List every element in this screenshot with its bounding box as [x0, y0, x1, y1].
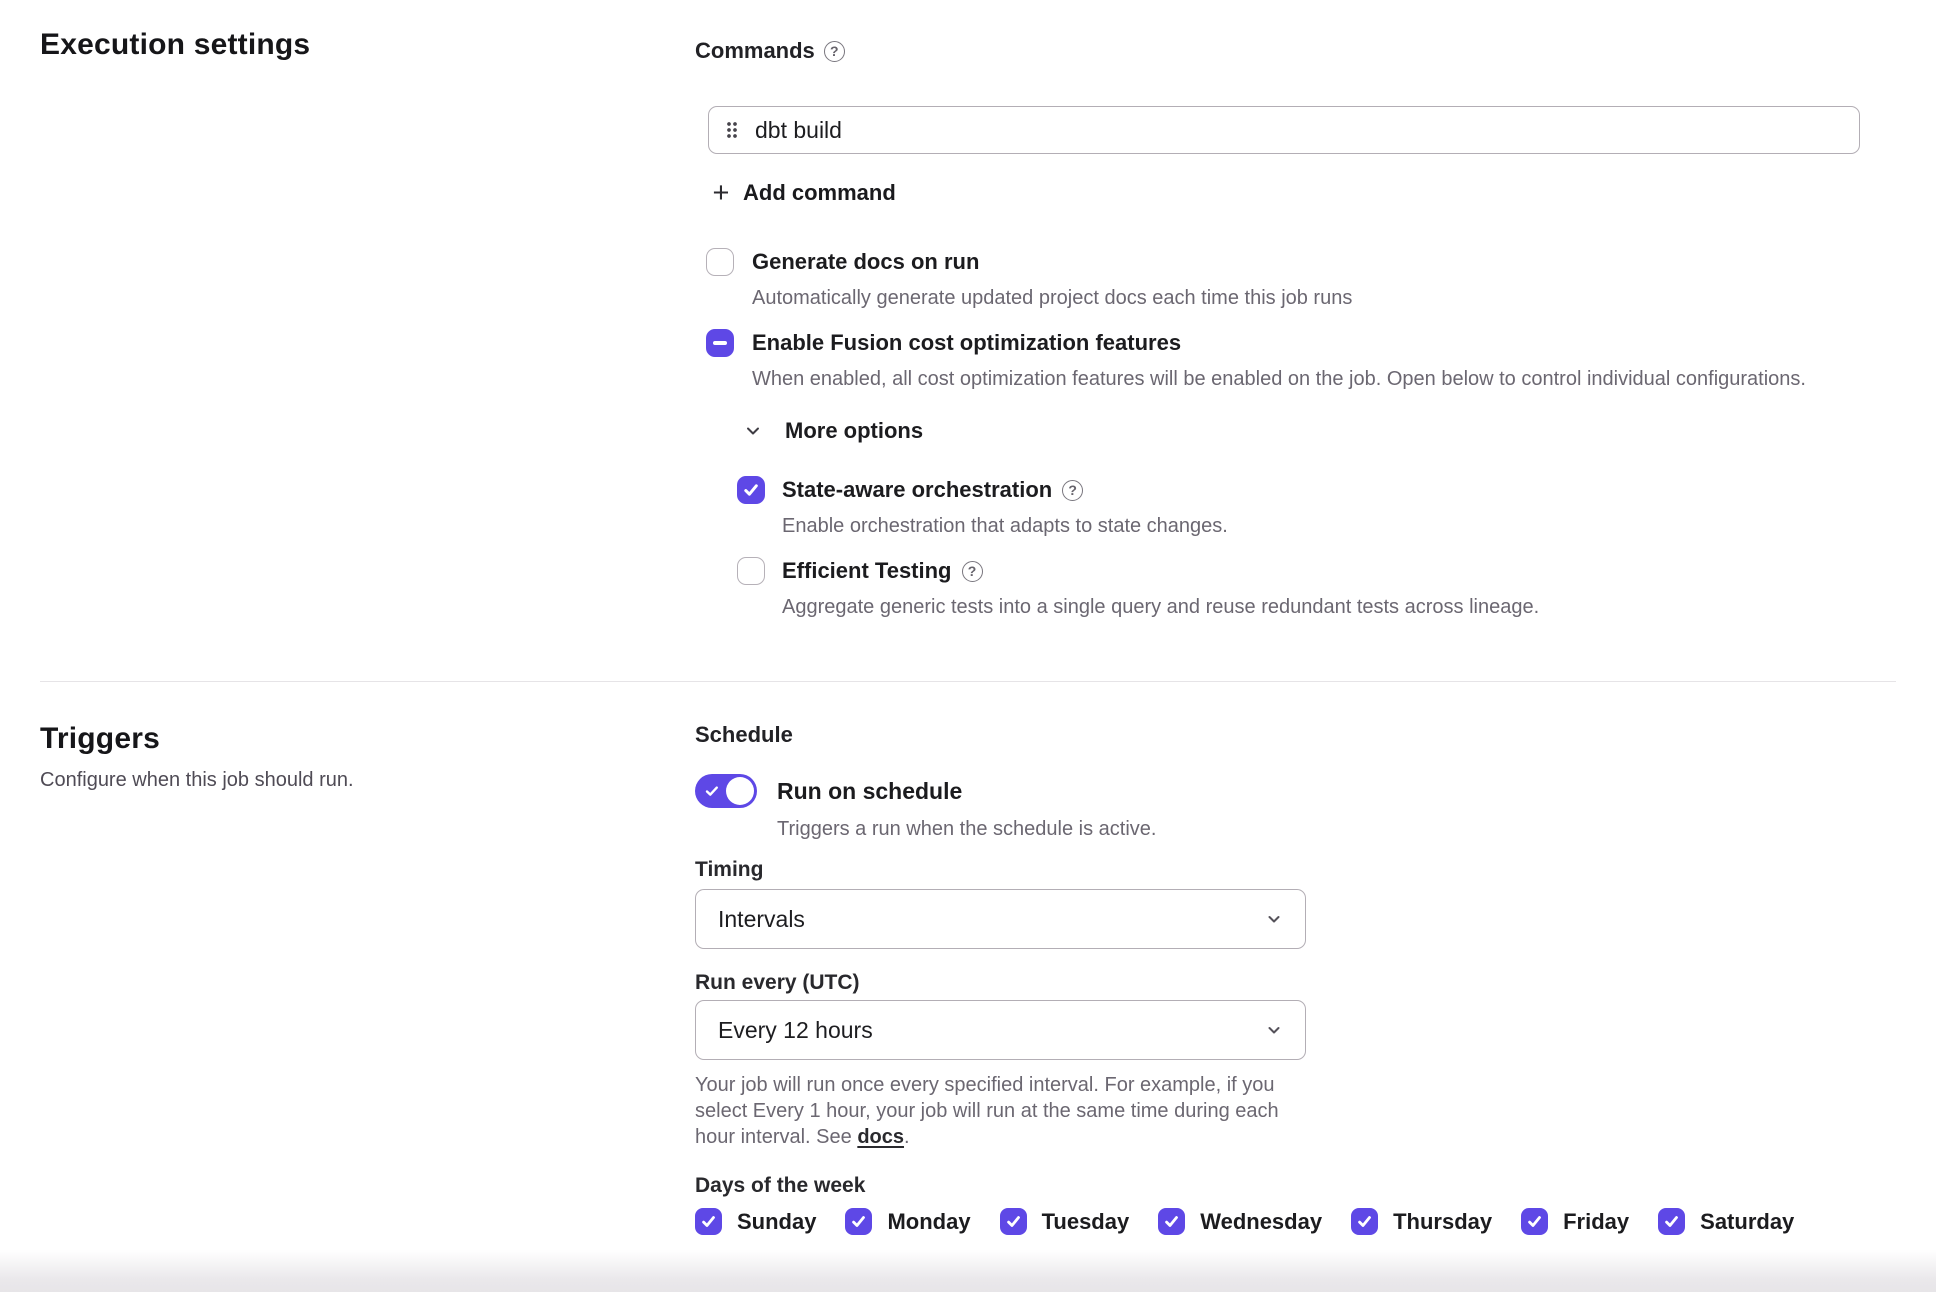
day-label: Monday	[887, 1209, 970, 1235]
state-aware-label: State-aware orchestration	[782, 477, 1052, 503]
timing-select[interactable]: Intervals	[695, 889, 1306, 949]
generate-docs-description: Automatically generate updated project d…	[706, 285, 1896, 311]
option-efficient-testing: Efficient Testing ? Aggregate generic te…	[737, 557, 1896, 620]
run-every-label: Run every (UTC)	[695, 971, 1896, 995]
run-on-schedule-toggle[interactable]	[695, 774, 757, 808]
run-on-schedule-row: Run on schedule	[695, 774, 1896, 808]
thursday-checkbox[interactable]	[1351, 1208, 1378, 1235]
day-label: Sunday	[737, 1209, 816, 1235]
triggers-section: Triggers Configure when this job should …	[0, 682, 1936, 1235]
generate-docs-label: Generate docs on run	[752, 249, 979, 275]
state-aware-help-icon[interactable]: ?	[1062, 480, 1083, 501]
wednesday-checkbox[interactable]	[1158, 1208, 1185, 1235]
fusion-description: When enabled, all cost optimization feat…	[706, 366, 1896, 392]
days-of-week-label: Days of the week	[695, 1174, 1896, 1198]
command-row	[708, 106, 1860, 154]
option-state-aware: State-aware orchestration ? Enable orche…	[737, 476, 1896, 539]
commands-label: Commands	[695, 38, 815, 64]
command-input[interactable]	[755, 117, 1842, 144]
run-every-value: Every 12 hours	[718, 1017, 873, 1044]
option-fusion: Enable Fusion cost optimization features…	[706, 329, 1896, 392]
day-item-wednesday: Wednesday	[1158, 1208, 1322, 1235]
interval-help-line3: hour interval. See docs.	[695, 1124, 1896, 1150]
friday-checkbox[interactable]	[1521, 1208, 1548, 1235]
triggers-title: Triggers	[40, 722, 695, 756]
day-item-sunday: Sunday	[695, 1208, 816, 1235]
sunday-checkbox[interactable]	[695, 1208, 722, 1235]
fusion-label: Enable Fusion cost optimization features	[752, 330, 1181, 356]
chevron-down-icon	[1265, 910, 1283, 928]
day-item-saturday: Saturday	[1658, 1208, 1794, 1235]
add-command-label: Add command	[743, 180, 896, 206]
run-on-schedule-label: Run on schedule	[777, 778, 962, 805]
schedule-title: Schedule	[695, 722, 1896, 748]
day-label: Saturday	[1700, 1209, 1794, 1235]
run-on-schedule-description: Triggers a run when the schedule is acti…	[695, 818, 1896, 841]
day-label: Thursday	[1393, 1209, 1492, 1235]
days-of-week-row: Sunday Monday Tuesday Wednesday Thursday…	[695, 1208, 1896, 1235]
run-every-select[interactable]: Every 12 hours	[695, 1000, 1306, 1060]
tuesday-checkbox[interactable]	[1000, 1208, 1027, 1235]
day-item-thursday: Thursday	[1351, 1208, 1492, 1235]
more-options-toggle[interactable]: More options	[743, 418, 923, 444]
check-icon	[704, 783, 720, 799]
efficient-testing-checkbox[interactable]	[737, 557, 765, 585]
interval-help-line3-prefix: hour interval. See	[695, 1126, 857, 1148]
commands-help-icon[interactable]: ?	[824, 41, 845, 62]
interval-help-line2: select Every 1 hour, your job will run a…	[695, 1098, 1896, 1124]
interval-help-text: Your job will run once every specified i…	[695, 1072, 1896, 1150]
toggle-knob	[726, 777, 754, 805]
efficient-testing-label: Efficient Testing	[782, 558, 952, 584]
plus-icon: +	[709, 181, 733, 205]
state-aware-description: Enable orchestration that adapts to stat…	[737, 513, 1896, 539]
efficient-testing-help-icon[interactable]: ?	[962, 561, 983, 582]
option-generate-docs: Generate docs on run Automatically gener…	[706, 248, 1896, 311]
day-label: Friday	[1563, 1209, 1629, 1235]
execution-settings-section: Execution settings Commands ? + Add comm…	[0, 0, 1936, 681]
indeterminate-dash-icon	[713, 341, 727, 345]
check-icon	[850, 1213, 867, 1230]
more-options-label: More options	[785, 418, 923, 444]
interval-help-line3-suffix: .	[904, 1126, 910, 1148]
check-icon	[742, 481, 760, 499]
day-item-tuesday: Tuesday	[1000, 1208, 1130, 1235]
interval-help-line1: Your job will run once every specified i…	[695, 1072, 1896, 1098]
timing-label: Timing	[695, 858, 1896, 882]
day-item-monday: Monday	[845, 1208, 970, 1235]
state-aware-checkbox[interactable]	[737, 476, 765, 504]
chevron-down-icon	[1265, 1021, 1283, 1039]
docs-link[interactable]: docs	[857, 1126, 904, 1148]
chevron-down-icon	[743, 421, 763, 441]
day-item-friday: Friday	[1521, 1208, 1629, 1235]
timing-value: Intervals	[718, 906, 805, 933]
drag-handle-icon[interactable]	[726, 121, 738, 139]
triggers-description: Configure when this job should run.	[40, 769, 695, 792]
execution-settings-title: Execution settings	[40, 28, 695, 62]
bottom-fade	[0, 1250, 1936, 1292]
check-icon	[1663, 1213, 1680, 1230]
check-icon	[700, 1213, 717, 1230]
check-icon	[1356, 1213, 1373, 1230]
check-icon	[1005, 1213, 1022, 1230]
generate-docs-checkbox[interactable]	[706, 248, 734, 276]
efficient-testing-description: Aggregate generic tests into a single qu…	[737, 594, 1896, 620]
monday-checkbox[interactable]	[845, 1208, 872, 1235]
check-icon	[1526, 1213, 1543, 1230]
check-icon	[1163, 1213, 1180, 1230]
day-label: Tuesday	[1042, 1209, 1130, 1235]
add-command-button[interactable]: + Add command	[709, 180, 896, 206]
day-label: Wednesday	[1200, 1209, 1322, 1235]
fusion-checkbox[interactable]	[706, 329, 734, 357]
saturday-checkbox[interactable]	[1658, 1208, 1685, 1235]
